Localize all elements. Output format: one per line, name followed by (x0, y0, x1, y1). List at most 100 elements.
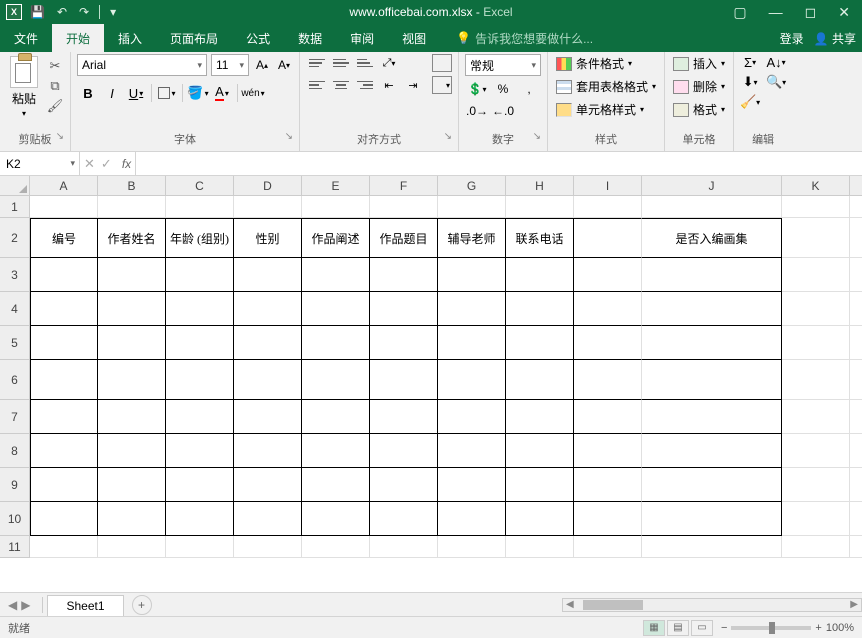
cell-H7[interactable] (506, 400, 574, 434)
phonetic-button[interactable]: wén▾ (242, 82, 264, 104)
qat-redo-icon[interactable]: ↷ (75, 3, 93, 21)
cell-I9[interactable] (574, 468, 642, 502)
sheet-tab-sheet1[interactable]: Sheet1 (47, 595, 123, 616)
fill-color-button[interactable]: 🪣▾ (187, 82, 209, 104)
cell-A2[interactable]: 编号 (30, 218, 98, 258)
align-middle-button[interactable] (330, 54, 352, 72)
row-header-1[interactable]: 1 (0, 196, 30, 218)
cells-area[interactable]: 编号作者姓名年龄 (组别)性别作品阐述作品题目辅导老师联系电话是否入编画集 (30, 196, 862, 558)
cell-K3[interactable] (782, 258, 850, 292)
cell-F4[interactable] (370, 292, 438, 326)
delete-cells-button[interactable]: 删除▾ (671, 77, 727, 96)
maximize-icon[interactable]: ◻ (797, 2, 825, 23)
cell-E9[interactable] (302, 468, 370, 502)
cell-D7[interactable] (234, 400, 302, 434)
cell-L7[interactable] (850, 400, 862, 434)
tab-insert[interactable]: 插入 (104, 24, 156, 52)
cell-K9[interactable] (782, 468, 850, 502)
cell-D11[interactable] (234, 536, 302, 558)
minimize-icon[interactable]: — (761, 2, 791, 22)
cell-E2[interactable]: 作品阐述 (302, 218, 370, 258)
cell-J9[interactable] (642, 468, 782, 502)
col-header-K[interactable]: K (782, 176, 850, 196)
align-left-button[interactable] (306, 76, 328, 94)
cell-D8[interactable] (234, 434, 302, 468)
row-header-6[interactable]: 6 (0, 360, 30, 400)
cell-E7[interactable] (302, 400, 370, 434)
cell-F1[interactable] (370, 196, 438, 218)
cell-E8[interactable] (302, 434, 370, 468)
cell-G10[interactable] (438, 502, 506, 536)
number-launcher-icon[interactable]: ↘ (533, 131, 541, 142)
ribbon-options-icon[interactable]: ▢ (725, 2, 754, 23)
font-size-combo[interactable]: 11 ▾ (211, 54, 249, 76)
cell-D2[interactable]: 性别 (234, 218, 302, 258)
cell-I6[interactable] (574, 360, 642, 400)
qat-save-icon[interactable]: 💾 (26, 3, 49, 21)
accounting-format-button[interactable]: 💲▾ (465, 80, 489, 98)
zoom-in-button[interactable]: + (815, 622, 821, 634)
tab-view[interactable]: 视图 (388, 24, 440, 52)
cell-K11[interactable] (782, 536, 850, 558)
cell-J11[interactable] (642, 536, 782, 558)
cancel-formula-icon[interactable]: ✕ (84, 156, 95, 172)
horizontal-scrollbar[interactable]: ◀ ▶ (562, 598, 862, 612)
cell-J4[interactable] (642, 292, 782, 326)
tab-data[interactable]: 数据 (284, 24, 336, 52)
cell-C9[interactable] (166, 468, 234, 502)
cell-E3[interactable] (302, 258, 370, 292)
cell-D4[interactable] (234, 292, 302, 326)
cell-G5[interactable] (438, 326, 506, 360)
align-bottom-button[interactable] (354, 54, 376, 72)
number-format-combo[interactable]: 常规 ▾ (465, 54, 541, 76)
paste-button[interactable]: 粘贴 ▾ (6, 54, 42, 120)
insert-cells-button[interactable]: 插入▾ (671, 54, 727, 73)
cell-K2[interactable] (782, 218, 850, 258)
cell-L2[interactable] (850, 218, 862, 258)
font-launcher-icon[interactable]: ↘ (285, 131, 293, 142)
row-header-4[interactable]: 4 (0, 292, 30, 326)
cell-E11[interactable] (302, 536, 370, 558)
row-header-2[interactable]: 2 (0, 218, 30, 258)
underline-button[interactable]: U▾ (125, 82, 147, 104)
cell-J2[interactable]: 是否入编画集 (642, 218, 782, 258)
sheet-nav-next-icon[interactable]: ▶ (21, 598, 30, 612)
cell-A6[interactable] (30, 360, 98, 400)
cell-E4[interactable] (302, 292, 370, 326)
col-header-L[interactable]: L (850, 176, 862, 196)
decrease-font-icon[interactable]: A▾ (275, 55, 293, 75)
view-normal-button[interactable]: ▦ (643, 620, 665, 636)
merge-center-button[interactable]: ▾ (432, 76, 452, 94)
select-all-button[interactable] (0, 176, 30, 196)
autosum-button[interactable]: Σ▾ (740, 54, 760, 70)
zoom-out-button[interactable]: − (721, 622, 727, 634)
formula-input[interactable] (136, 152, 862, 175)
cell-H10[interactable] (506, 502, 574, 536)
cell-L5[interactable] (850, 326, 862, 360)
cell-L1[interactable] (850, 196, 862, 218)
fill-button[interactable]: ⬇▾ (740, 74, 760, 90)
cell-C1[interactable] (166, 196, 234, 218)
cell-L4[interactable] (850, 292, 862, 326)
cell-B8[interactable] (98, 434, 166, 468)
comma-format-button[interactable]: , (517, 80, 541, 98)
scroll-right-icon[interactable]: ▶ (847, 599, 861, 610)
decrease-decimal-button[interactable]: ←.0 (491, 102, 515, 120)
cell-D9[interactable] (234, 468, 302, 502)
orientation-button[interactable]: ⤢▾ (378, 54, 400, 72)
sheet-nav-prev-icon[interactable]: ◀ (8, 598, 17, 612)
cut-icon[interactable]: ✂ (46, 58, 64, 74)
alignment-launcher-icon[interactable]: ↘ (444, 131, 452, 142)
cell-B3[interactable] (98, 258, 166, 292)
cell-H2[interactable]: 联系电话 (506, 218, 574, 258)
share-button[interactable]: 👤 共享 (814, 30, 856, 47)
cell-C2[interactable]: 年龄 (组别) (166, 218, 234, 258)
cell-I11[interactable] (574, 536, 642, 558)
cell-C10[interactable] (166, 502, 234, 536)
cell-F8[interactable] (370, 434, 438, 468)
view-page-break-button[interactable]: ▭ (691, 620, 713, 636)
cell-D1[interactable] (234, 196, 302, 218)
col-header-C[interactable]: C (166, 176, 234, 196)
tell-me-search[interactable]: 💡 告诉我您想要做什么... (456, 24, 593, 52)
cell-A3[interactable] (30, 258, 98, 292)
